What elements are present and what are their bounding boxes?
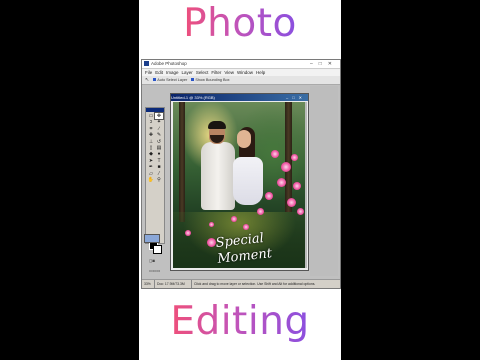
menu-help[interactable]: Help xyxy=(256,70,265,75)
pink-flower xyxy=(281,162,291,172)
menu-file[interactable]: File xyxy=(145,70,152,75)
screen-mode-icon[interactable]: ▭▭▭ xyxy=(149,268,161,273)
pink-flower xyxy=(231,216,237,222)
status-bar: 33% Doc: 17.9M/73.3M Click and drag to mov… xyxy=(142,279,340,288)
menu-view[interactable]: View xyxy=(224,70,234,75)
auto-select-label: Auto Select Layer xyxy=(157,78,188,82)
doc-size: Doc: 17.9M/73.3M xyxy=(155,280,192,288)
man-hair xyxy=(208,121,226,129)
toolbox-panel: ▭ ✥ ↄ ✦ ⌗ ∕ ✚ ✎ ⊥ ↺ ▯ ▤ ◆ ● ➤ T ✒ ■ ▱ ⁄ xyxy=(145,107,165,273)
window-controls[interactable]: –□✕ xyxy=(310,60,338,68)
photoshop-window: Adobe Photoshop –□✕ File Edit Image Layer Se… xyxy=(141,59,341,289)
menu-edit[interactable]: Edit xyxy=(155,70,163,75)
app-title: Adobe Photoshop xyxy=(151,61,187,66)
document-title: Untitled-1 @ 33% (RGB) xyxy=(171,95,215,100)
document-window-controls[interactable]: –□✕ xyxy=(286,94,306,101)
menu-filter[interactable]: Filter xyxy=(211,70,221,75)
man-figure xyxy=(201,142,235,210)
video-frame: Photo Adobe Photoshop –□✕ File Edit Image L… xyxy=(139,0,341,360)
move-tool-icon[interactable]: ↖ xyxy=(145,76,149,84)
quick-mask-icon[interactable]: ◻◙ xyxy=(149,258,161,263)
document-titlebar[interactable]: Untitled-1 @ 33% (RGB) –□✕ xyxy=(171,94,308,101)
app-titlebar: Adobe Photoshop –□✕ xyxy=(142,60,340,69)
background-color[interactable] xyxy=(153,245,162,254)
photoshop-logo-icon xyxy=(144,61,149,66)
hand-tool-icon[interactable]: ✋ xyxy=(147,177,155,183)
imageready-jump-icon[interactable] xyxy=(144,234,160,243)
tree-trunk xyxy=(179,102,185,222)
title-editing: Editing xyxy=(139,300,341,344)
options-bar: ↖ Auto Select Layer Show Bounding Box xyxy=(142,76,340,85)
auto-select-checkbox[interactable] xyxy=(153,78,157,81)
menu-image[interactable]: Image xyxy=(166,70,179,75)
pink-flower xyxy=(291,154,298,161)
pink-flower xyxy=(293,182,301,190)
woman-figure xyxy=(233,157,263,205)
status-hint: Click and drag to move layer or selectio… xyxy=(194,282,316,286)
title-photo-text: Photo xyxy=(183,1,297,46)
zoom-tool-icon[interactable]: ⚲ xyxy=(155,177,163,183)
pink-flower xyxy=(209,222,214,227)
title-editing-text: Editing xyxy=(170,299,310,344)
show-bounding-label: Show Bounding Box xyxy=(195,78,230,82)
pink-flower xyxy=(297,208,304,215)
title-photo: Photo xyxy=(139,2,341,46)
pink-flower xyxy=(265,192,273,200)
menu-select[interactable]: Select xyxy=(196,70,209,75)
pink-flower xyxy=(277,178,286,187)
zoom-level[interactable]: 33% xyxy=(142,280,155,288)
pink-flower xyxy=(185,230,191,236)
palette-well xyxy=(310,86,338,276)
image-canvas[interactable]: Special Moment xyxy=(173,102,306,268)
pink-flower xyxy=(257,208,264,215)
menu-layer[interactable]: Layer xyxy=(182,70,193,75)
pink-flower xyxy=(243,224,249,230)
menu-window[interactable]: Window xyxy=(237,70,253,75)
woman-head xyxy=(237,130,251,148)
document-window: Untitled-1 @ 33% (RGB) –□✕ Special Momen… xyxy=(170,93,309,271)
menu-bar: File Edit Image Layer Select Filter View Window… xyxy=(142,69,340,76)
pink-flower xyxy=(287,198,296,207)
show-bounding-checkbox[interactable] xyxy=(191,78,195,81)
pink-flower xyxy=(271,150,279,158)
document-scrollbar[interactable] xyxy=(305,102,307,268)
